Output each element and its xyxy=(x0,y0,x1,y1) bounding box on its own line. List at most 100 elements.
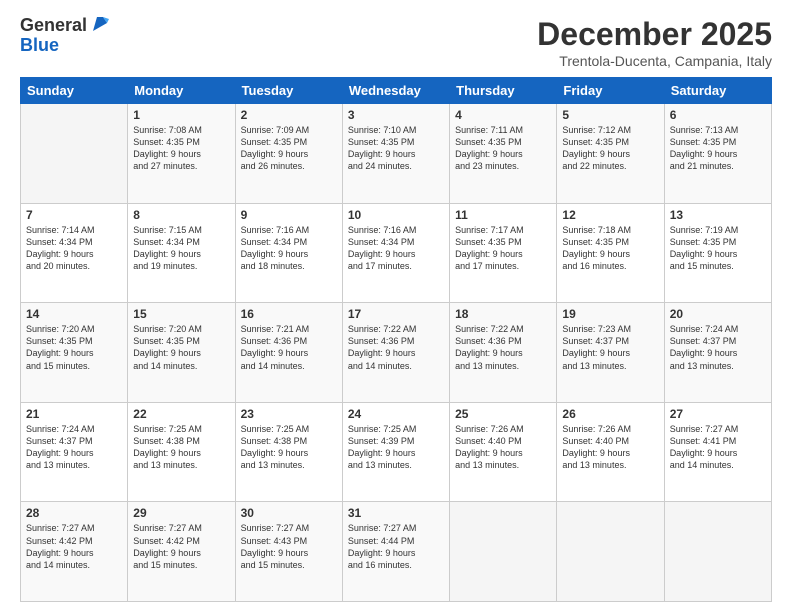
table-row: 26 Sunrise: 7:26 AM Sunset: 4:40 PM Dayli… xyxy=(557,402,664,502)
table-row: 24 Sunrise: 7:25 AM Sunset: 4:39 PM Dayli… xyxy=(342,402,449,502)
table-row: 10 Sunrise: 7:16 AM Sunset: 4:34 PM Dayli… xyxy=(342,203,449,303)
day-content: Sunrise: 7:22 AM Sunset: 4:36 PM Dayligh… xyxy=(455,323,551,372)
day-content: Sunrise: 7:17 AM Sunset: 4:35 PM Dayligh… xyxy=(455,224,551,273)
day-number: 9 xyxy=(241,208,337,222)
table-row: 28 Sunrise: 7:27 AM Sunset: 4:42 PM Dayli… xyxy=(21,502,128,602)
table-row: 3 Sunrise: 7:10 AM Sunset: 4:35 PM Daylig… xyxy=(342,104,449,204)
day-content: Sunrise: 7:22 AM Sunset: 4:36 PM Dayligh… xyxy=(348,323,444,372)
day-number: 10 xyxy=(348,208,444,222)
day-number: 1 xyxy=(133,108,229,122)
table-row xyxy=(557,502,664,602)
day-number: 27 xyxy=(670,407,766,421)
page-header: General Blue December 2025 Trentola-Duce… xyxy=(20,16,772,69)
table-row: 11 Sunrise: 7:17 AM Sunset: 4:35 PM Dayli… xyxy=(450,203,557,303)
day-number: 4 xyxy=(455,108,551,122)
header-wednesday: Wednesday xyxy=(342,78,449,104)
day-content: Sunrise: 7:26 AM Sunset: 4:40 PM Dayligh… xyxy=(455,423,551,472)
calendar-week-row: 14 Sunrise: 7:20 AM Sunset: 4:35 PM Dayli… xyxy=(21,303,772,403)
table-row: 9 Sunrise: 7:16 AM Sunset: 4:34 PM Daylig… xyxy=(235,203,342,303)
table-row: 5Sunrise: 7:12 AM Sunset: 4:35 PM Daylig… xyxy=(557,104,664,204)
day-number: 28 xyxy=(26,506,122,520)
day-number: 7 xyxy=(26,208,122,222)
table-row: 19Sunrise: 7:23 AM Sunset: 4:37 PM Dayli… xyxy=(557,303,664,403)
table-row xyxy=(21,104,128,204)
day-content: Sunrise: 7:27 AM Sunset: 4:41 PM Dayligh… xyxy=(670,423,766,472)
table-row: 13 Sunrise: 7:19 AM Sunset: 4:35 PM Dayli… xyxy=(664,203,771,303)
table-row xyxy=(664,502,771,602)
table-row: 22 Sunrise: 7:25 AM Sunset: 4:38 PM Dayli… xyxy=(128,402,235,502)
table-row: 14Sunrise: 7:20 AM Sunset: 4:35 PM Dayli… xyxy=(21,303,128,403)
day-content: Sunrise: 7:25 AM Sunset: 4:38 PM Dayligh… xyxy=(133,423,229,472)
table-row: 2 Sunrise: 7:09 AM Sunset: 4:35 PM Daylig… xyxy=(235,104,342,204)
table-row: 6Sunrise: 7:13 AM Sunset: 4:35 PM Daylig… xyxy=(664,104,771,204)
calendar-week-row: 7 Sunrise: 7:14 AM Sunset: 4:34 PM Daylig… xyxy=(21,203,772,303)
day-number: 2 xyxy=(241,108,337,122)
table-row: 21Sunrise: 7:24 AM Sunset: 4:37 PM Dayli… xyxy=(21,402,128,502)
day-number: 18 xyxy=(455,307,551,321)
day-content: Sunrise: 7:13 AM Sunset: 4:35 PM Dayligh… xyxy=(670,124,766,173)
day-number: 26 xyxy=(562,407,658,421)
logo-blue: Blue xyxy=(20,36,111,56)
day-number: 13 xyxy=(670,208,766,222)
location-subtitle: Trentola-Ducenta, Campania, Italy xyxy=(537,53,772,69)
table-row: 17 Sunrise: 7:22 AM Sunset: 4:36 PM Dayli… xyxy=(342,303,449,403)
table-row: 12Sunrise: 7:18 AM Sunset: 4:35 PM Dayli… xyxy=(557,203,664,303)
day-content: Sunrise: 7:16 AM Sunset: 4:34 PM Dayligh… xyxy=(241,224,337,273)
day-number: 31 xyxy=(348,506,444,520)
table-row: 23Sunrise: 7:25 AM Sunset: 4:38 PM Dayli… xyxy=(235,402,342,502)
header-tuesday: Tuesday xyxy=(235,78,342,104)
day-content: Sunrise: 7:14 AM Sunset: 4:34 PM Dayligh… xyxy=(26,224,122,273)
table-row: 30 Sunrise: 7:27 AM Sunset: 4:43 PM Dayli… xyxy=(235,502,342,602)
day-content: Sunrise: 7:27 AM Sunset: 4:44 PM Dayligh… xyxy=(348,522,444,571)
day-content: Sunrise: 7:27 AM Sunset: 4:43 PM Dayligh… xyxy=(241,522,337,571)
table-row: 16Sunrise: 7:21 AM Sunset: 4:36 PM Dayli… xyxy=(235,303,342,403)
day-content: Sunrise: 7:20 AM Sunset: 4:35 PM Dayligh… xyxy=(133,323,229,372)
day-content: Sunrise: 7:12 AM Sunset: 4:35 PM Dayligh… xyxy=(562,124,658,173)
day-content: Sunrise: 7:27 AM Sunset: 4:42 PM Dayligh… xyxy=(133,522,229,571)
title-area: December 2025 Trentola-Ducenta, Campania… xyxy=(537,16,772,69)
calendar-header-row: Sunday Monday Tuesday Wednesday Thursday… xyxy=(21,78,772,104)
header-thursday: Thursday xyxy=(450,78,557,104)
day-content: Sunrise: 7:16 AM Sunset: 4:34 PM Dayligh… xyxy=(348,224,444,273)
day-number: 3 xyxy=(348,108,444,122)
day-number: 30 xyxy=(241,506,337,520)
day-content: Sunrise: 7:25 AM Sunset: 4:39 PM Dayligh… xyxy=(348,423,444,472)
day-content: Sunrise: 7:10 AM Sunset: 4:35 PM Dayligh… xyxy=(348,124,444,173)
logo: General Blue xyxy=(20,16,111,56)
day-content: Sunrise: 7:09 AM Sunset: 4:35 PM Dayligh… xyxy=(241,124,337,173)
header-sunday: Sunday xyxy=(21,78,128,104)
day-number: 22 xyxy=(133,407,229,421)
header-saturday: Saturday xyxy=(664,78,771,104)
day-number: 16 xyxy=(241,307,337,321)
header-monday: Monday xyxy=(128,78,235,104)
calendar-body: 1 Sunrise: 7:08 AM Sunset: 4:35 PM Daylig… xyxy=(21,104,772,602)
day-content: Sunrise: 7:26 AM Sunset: 4:40 PM Dayligh… xyxy=(562,423,658,472)
day-number: 17 xyxy=(348,307,444,321)
day-number: 8 xyxy=(133,208,229,222)
day-content: Sunrise: 7:24 AM Sunset: 4:37 PM Dayligh… xyxy=(26,423,122,472)
logo-general: General xyxy=(20,16,87,36)
day-content: Sunrise: 7:08 AM Sunset: 4:35 PM Dayligh… xyxy=(133,124,229,173)
day-number: 14 xyxy=(26,307,122,321)
table-row: 25 Sunrise: 7:26 AM Sunset: 4:40 PM Dayli… xyxy=(450,402,557,502)
day-content: Sunrise: 7:23 AM Sunset: 4:37 PM Dayligh… xyxy=(562,323,658,372)
day-number: 23 xyxy=(241,407,337,421)
header-friday: Friday xyxy=(557,78,664,104)
table-row: 27 Sunrise: 7:27 AM Sunset: 4:41 PM Dayli… xyxy=(664,402,771,502)
day-content: Sunrise: 7:18 AM Sunset: 4:35 PM Dayligh… xyxy=(562,224,658,273)
day-number: 29 xyxy=(133,506,229,520)
logo-icon xyxy=(89,13,111,35)
month-title: December 2025 xyxy=(537,16,772,53)
calendar-table: Sunday Monday Tuesday Wednesday Thursday… xyxy=(20,77,772,602)
day-number: 25 xyxy=(455,407,551,421)
table-row: 4Sunrise: 7:11 AM Sunset: 4:35 PM Daylig… xyxy=(450,104,557,204)
day-number: 11 xyxy=(455,208,551,222)
calendar-week-row: 21Sunrise: 7:24 AM Sunset: 4:37 PM Dayli… xyxy=(21,402,772,502)
table-row: 29 Sunrise: 7:27 AM Sunset: 4:42 PM Dayli… xyxy=(128,502,235,602)
table-row: 18 Sunrise: 7:22 AM Sunset: 4:36 PM Dayli… xyxy=(450,303,557,403)
day-number: 15 xyxy=(133,307,229,321)
day-number: 24 xyxy=(348,407,444,421)
day-content: Sunrise: 7:19 AM Sunset: 4:35 PM Dayligh… xyxy=(670,224,766,273)
table-row: 20Sunrise: 7:24 AM Sunset: 4:37 PM Dayli… xyxy=(664,303,771,403)
day-content: Sunrise: 7:27 AM Sunset: 4:42 PM Dayligh… xyxy=(26,522,122,571)
